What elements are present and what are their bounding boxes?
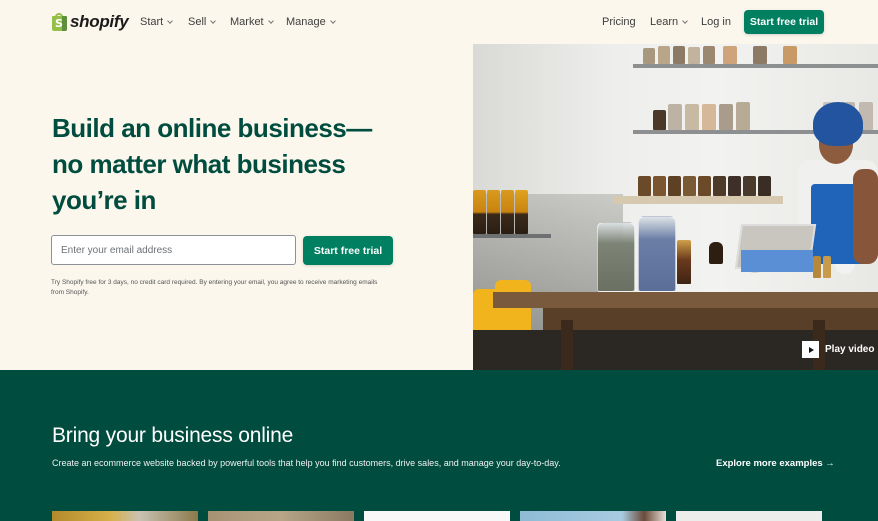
play-video-button[interactable]: Play video [802,341,874,358]
example-store-thumbnail-1[interactable] [52,511,198,521]
play-video-label: Play video [825,344,875,355]
nav-login-label: Log in [701,16,731,28]
chevron-down-icon [167,17,174,24]
example-store-thumbnail-4[interactable] [520,511,666,521]
hero-image [473,44,878,370]
header-start-free-trial-button[interactable]: Start free trial [744,10,824,34]
nav-sell-label: Sell [188,16,207,28]
nav-manage[interactable]: Manage [286,16,336,28]
examples-title: Bring your business online [52,424,294,447]
nav-market-label: Market [230,16,264,28]
chevron-down-icon [682,17,688,24]
examples-subtitle: Create an ecommerce website backed by po… [52,458,561,468]
site-header: S shopify Start Sell Market Manage Prici… [0,0,878,44]
nav-sell[interactable]: Sell [188,16,217,28]
nav-market[interactable]: Market [230,16,274,28]
chevron-down-icon [329,17,336,24]
chevron-down-icon [210,17,217,24]
chevron-down-icon [267,17,274,24]
nav-pricing[interactable]: Pricing [602,16,636,28]
logo-text: shopify [70,12,129,31]
email-input[interactable] [51,235,296,265]
play-icon [802,341,819,358]
nav-login[interactable]: Log in [701,16,731,28]
hero-start-free-trial-button[interactable]: Start free trial [303,236,393,265]
explore-more-examples-link[interactable]: Explore more examples → [716,458,835,469]
nav-pricing-label: Pricing [602,16,636,28]
nav-learn[interactable]: Learn [650,16,688,28]
nav-learn-label: Learn [650,16,679,28]
shopping-bag-icon: S [52,13,67,31]
nav-start[interactable]: Start [140,16,174,28]
hero-title: Build an online business—no matter what … [52,113,372,215]
example-store-thumbnail-3[interactable] [364,511,510,521]
example-store-thumbnail-2[interactable] [208,511,354,521]
example-store-thumbnail-5[interactable] [676,511,822,521]
trial-disclaimer: Try Shopify free for 3 days, no credit c… [51,279,378,296]
shopify-logo[interactable]: S shopify [52,12,129,32]
nav-start-label: Start [140,16,164,28]
nav-manage-label: Manage [286,16,326,28]
